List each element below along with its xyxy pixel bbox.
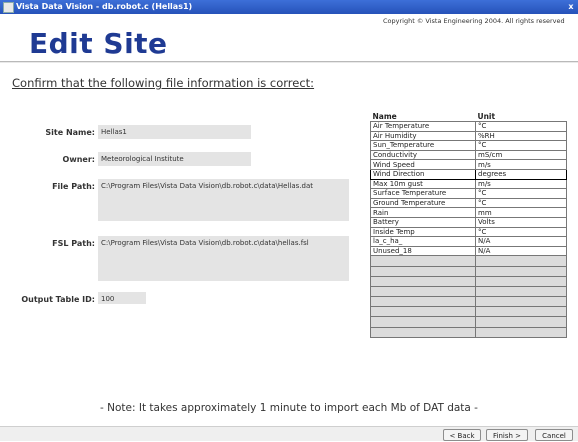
copyright-text: Copyright © Vista Engineering 2004. All … [383,17,565,25]
table-cell-name[interactable]: Inside Temp [370,226,476,238]
output-table-id-label: Output Table ID: [21,295,95,304]
table-row[interactable]: Max 10m gust m/s [370,178,567,190]
table-cell-name[interactable]: la_c_ha_ [370,236,476,247]
instruction-text: Confirm that the following file informat… [12,76,315,90]
fsl-path-label: FSL Path: [52,239,95,248]
table-row[interactable]: Sun_Temperature °C [370,140,567,151]
file-path-field[interactable]: C:\Program Files\Vista Data Vision\db.ro… [98,179,349,221]
table-cell-name[interactable]: Rain [370,207,476,218]
finish-button[interactable]: Finish > [486,429,528,441]
table-cell-name[interactable]: Wind Speed [370,159,476,170]
table-row-empty[interactable] [370,285,567,298]
table-row[interactable]: Inside Temp °C [370,226,567,238]
table-cell-name[interactable]: Unused_18 [370,245,476,257]
table-cell-unit[interactable]: °C [475,188,567,199]
cancel-button[interactable]: Cancel [535,429,573,441]
app-icon [3,2,14,13]
table-cell-name[interactable]: Max 10m gust [370,178,476,190]
fsl-path-field[interactable]: C:\Program Files\Vista Data Vision\db.ro… [98,236,349,281]
table-cell-unit[interactable]: °C [475,226,567,238]
table-row[interactable]: Conductivity mS/cm [370,149,567,161]
column-header-unit[interactable]: Unit [476,111,567,122]
table-row-empty[interactable] [370,316,567,328]
table-cell-name[interactable]: Sun_Temperature [370,140,476,151]
table-cell-unit[interactable]: m/s [475,159,567,170]
table-cell-unit[interactable]: mS/cm [475,149,567,161]
table-row[interactable]: la_c_ha_ N/A [370,236,567,247]
table-cell-unit[interactable]: °C [475,121,567,132]
table-row-empty[interactable] [370,265,567,277]
table-cell-unit[interactable]: N/A [475,236,567,247]
table-cell-unit[interactable]: %RH [475,130,567,142]
table-row[interactable]: Unused_18 N/A [370,245,567,257]
table-cell-unit[interactable]: Volts [475,216,567,228]
table-row[interactable]: Wind Direction degrees [370,168,567,180]
table-cell-unit[interactable]: °C [475,140,567,151]
table-cell-unit[interactable]: m/s [475,178,567,190]
table-row[interactable]: Ground Temperature °C [370,197,567,209]
window-title-bar: Vista Data Vision - db.robot.c (Hellas1)… [0,0,578,14]
close-icon[interactable]: x [566,1,576,12]
table-row[interactable]: Battery Volts [370,216,567,228]
table-row[interactable]: Rain mm [370,207,567,218]
table-row-empty[interactable] [370,326,567,338]
page-title: Edit Site [29,27,168,60]
table-cell-unit[interactable]: degrees [475,168,567,180]
header-divider-shadow [0,62,578,63]
units-table[interactable]: Name Unit Air Temperature °C Air Humidity… [370,111,567,338]
wizard-footer: < Back Finish > Cancel [0,426,578,441]
table-row[interactable]: Air Temperature °C [370,121,567,132]
table-cell-name[interactable]: Air Humidity [370,130,476,142]
table-cell-unit[interactable]: N/A [475,245,567,257]
owner-field[interactable]: Meteorological Institute [98,152,251,166]
table-cell-name[interactable]: Air Temperature [370,121,476,132]
table-row[interactable]: Air Humidity %RH [370,130,567,142]
import-time-note: - Note: It takes approximately 1 minute … [100,402,478,414]
back-button[interactable]: < Back [443,429,481,441]
output-table-id-field[interactable]: 100 [98,292,146,304]
table-row-empty[interactable] [370,306,567,318]
table-cell-unit[interactable]: °C [475,197,567,209]
table-row-empty[interactable] [370,255,567,267]
owner-label: Owner: [62,155,95,164]
table-row-empty[interactable] [370,296,567,308]
table-cell-name[interactable]: Conductivity [370,149,476,161]
table-row[interactable]: Surface Temperature °C [370,188,567,199]
site-name-label: Site Name: [45,128,95,137]
table-cell-name[interactable]: Surface Temperature [370,188,476,199]
table-row-empty[interactable] [370,275,567,287]
file-path-label: File Path: [52,182,95,191]
table-cell-name[interactable]: Battery [370,216,476,228]
table-row[interactable]: Wind Speed m/s [370,159,567,170]
table-cell-unit[interactable]: mm [475,207,567,218]
column-header-name[interactable]: Name [371,111,476,122]
table-cell-name[interactable]: Ground Temperature [370,197,476,209]
table-cell-name[interactable]: Wind Direction [370,168,476,180]
site-name-field[interactable]: Hellas1 [98,125,251,139]
window-title: Vista Data Vision - db.robot.c (Hellas1) [16,2,193,11]
